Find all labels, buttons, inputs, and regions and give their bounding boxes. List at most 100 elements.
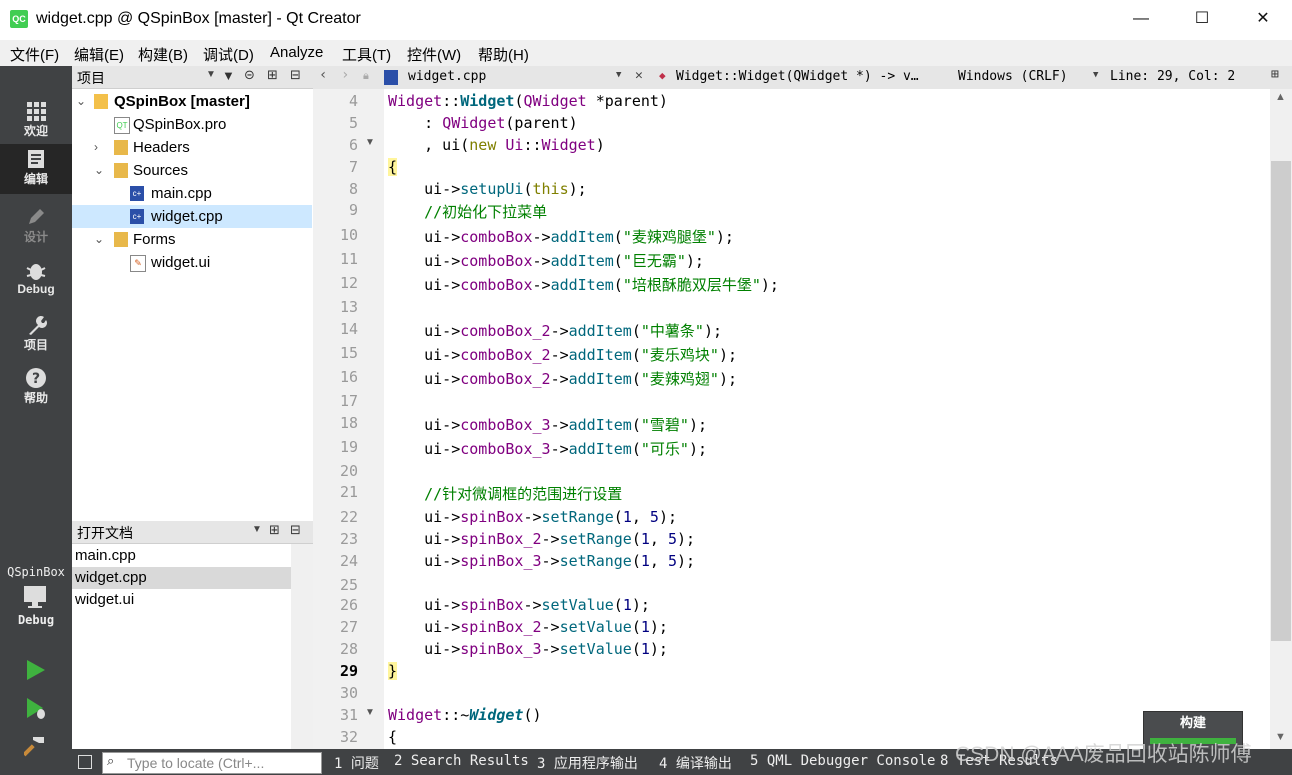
line-number: 28 bbox=[339, 640, 358, 658]
line-number: 18 bbox=[339, 414, 358, 432]
svg-text:?: ? bbox=[32, 371, 40, 387]
line-number: 10 bbox=[339, 226, 358, 244]
chevron-down-icon[interactable]: ⌄ bbox=[94, 228, 104, 251]
cursor-position[interactable]: Line: 29, Col: 2 bbox=[1110, 69, 1235, 84]
open-doc-item[interactable]: widget.ui bbox=[72, 589, 294, 611]
tree-item-sources[interactable]: ⌄ Sources bbox=[72, 159, 312, 182]
open-doc-item[interactable]: widget.cpp bbox=[72, 567, 291, 589]
chevron-down-icon[interactable]: ⌄ bbox=[76, 90, 86, 113]
menu-help[interactable]: 帮助(H) bbox=[478, 44, 529, 65]
close-pane-icon[interactable]: ⊟ bbox=[290, 522, 301, 538]
chevron-right-icon[interactable]: › bbox=[94, 136, 98, 159]
open-docs-title[interactable]: 打开文档 bbox=[77, 523, 133, 543]
code-line: ui->comboBox_3->addItem("可乐"); bbox=[388, 440, 707, 458]
menu-file[interactable]: 文件(F) bbox=[10, 44, 59, 65]
close-pane-icon[interactable]: ⊟ bbox=[290, 67, 301, 83]
build-label: 构建 bbox=[1179, 715, 1206, 730]
line-number: 6 bbox=[348, 136, 358, 154]
menu-edit[interactable]: 编辑(E) bbox=[74, 44, 124, 65]
link-icon[interactable]: ⊝ bbox=[244, 67, 255, 83]
mode-debug[interactable]: Debug bbox=[0, 256, 72, 308]
maximize-button[interactable]: ☐ bbox=[1179, 0, 1225, 38]
menu-analyze[interactable]: Analyze bbox=[270, 44, 323, 61]
kit-project-name: QSpinBox bbox=[7, 565, 65, 579]
tree-item-forms[interactable]: ⌄ Forms bbox=[72, 228, 312, 251]
open-docs-scrollbar[interactable] bbox=[291, 544, 313, 749]
code-line: Widget::Widget(QWidget *parent) bbox=[388, 92, 668, 110]
grid-icon bbox=[25, 100, 47, 122]
tab-application-output[interactable]: 3 应用程序输出 bbox=[537, 753, 638, 773]
fold-marker-icon[interactable]: ▼ bbox=[365, 137, 375, 148]
split-icon[interactable]: ⊞ bbox=[267, 67, 278, 83]
tab-search-results[interactable]: 2 Search Results bbox=[394, 753, 529, 769]
code-line: Widget::~Widget() bbox=[388, 706, 542, 724]
tree-item-widget-ui[interactable]: ✎ widget.ui bbox=[72, 251, 312, 274]
scrollbar-thumb[interactable] bbox=[1271, 161, 1291, 641]
symbol-combo[interactable]: Widget::Widget(QWidget *) -> v… bbox=[676, 69, 919, 84]
close-file-icon[interactable]: ✕ bbox=[635, 68, 643, 83]
scroll-down-icon[interactable]: ▼ bbox=[1275, 731, 1286, 743]
menu-debug[interactable]: 调试(D) bbox=[203, 44, 254, 65]
build-hammer-button[interactable] bbox=[22, 734, 48, 758]
line-number: 19 bbox=[339, 438, 358, 456]
tree-label: Forms bbox=[133, 231, 176, 248]
kit-selector[interactable]: QSpinBox Debug bbox=[0, 559, 72, 649]
chevron-down-icon[interactable]: ▼ bbox=[206, 69, 216, 80]
forward-arrow-icon[interactable]: › bbox=[341, 67, 349, 83]
mode-welcome[interactable]: 欢迎 bbox=[0, 96, 72, 148]
qt-pro-file-icon: QT bbox=[114, 117, 130, 134]
mode-projects[interactable]: 项目 bbox=[0, 310, 72, 362]
mode-help[interactable]: ? 帮助 bbox=[0, 363, 72, 415]
run-button[interactable] bbox=[24, 658, 48, 682]
split-icon[interactable]: ⊞ bbox=[1271, 67, 1279, 82]
kit-build-config: Debug bbox=[17, 613, 55, 627]
chevron-down-icon[interactable]: ▼ bbox=[1093, 70, 1098, 80]
current-file-combo[interactable]: widget.cpp bbox=[408, 69, 486, 84]
tree-item-project[interactable]: ⌄ QSpinBox [master] bbox=[72, 90, 312, 113]
mode-selector: 欢迎 编辑 设计 Debug 项目 ? 帮助 QSpinBox Debug bbox=[0, 66, 72, 775]
filter-icon[interactable]: ▼ bbox=[222, 68, 235, 83]
toggle-sidebar-icon[interactable] bbox=[78, 755, 92, 769]
cpp-file-icon: c+ bbox=[130, 186, 144, 201]
tree-label: QSpinBox.pro bbox=[133, 116, 227, 133]
debug-run-button[interactable] bbox=[24, 696, 48, 720]
tree-item-pro-file[interactable]: QT QSpinBox.pro bbox=[72, 113, 312, 136]
hammer-icon bbox=[22, 737, 44, 757]
minimize-button[interactable]: — bbox=[1118, 0, 1164, 38]
qt-creator-logo-icon: QC bbox=[10, 10, 28, 28]
tab-issues[interactable]: 1 问题 bbox=[334, 753, 379, 773]
menu-tools[interactable]: 工具(T) bbox=[342, 44, 391, 65]
menu-controls[interactable]: 控件(W) bbox=[407, 44, 461, 65]
editor-scrollbar[interactable]: ▲ ▼ bbox=[1270, 89, 1292, 749]
folder-icon bbox=[114, 163, 128, 178]
line-ending-combo[interactable]: Windows (CRLF) bbox=[958, 69, 1068, 84]
menu-build[interactable]: 构建(B) bbox=[138, 44, 188, 65]
line-number: 11 bbox=[339, 250, 358, 268]
tab-qml-debugger-console[interactable]: 5 QML Debugger Console bbox=[750, 753, 935, 769]
line-number: 8 bbox=[348, 180, 358, 198]
locator-input[interactable]: ⌕ Type to locate (Ctrl+... bbox=[102, 752, 322, 774]
line-number: 21 bbox=[339, 483, 358, 501]
line-number: 16 bbox=[339, 368, 358, 386]
chevron-down-icon[interactable]: ⌄ bbox=[94, 159, 104, 182]
chevron-down-icon[interactable]: ▼ bbox=[252, 524, 262, 535]
scroll-up-icon[interactable]: ▲ bbox=[1275, 91, 1286, 103]
tree-item-main-cpp[interactable]: c+ main.cpp bbox=[72, 182, 312, 205]
back-arrow-icon[interactable]: ‹ bbox=[319, 67, 327, 83]
fold-marker-icon[interactable]: ▼ bbox=[365, 707, 375, 718]
close-button[interactable]: ✕ bbox=[1240, 0, 1286, 38]
tree-item-widget-cpp[interactable]: c+ widget.cpp bbox=[72, 205, 312, 228]
split-icon[interactable]: ⊞ bbox=[269, 522, 280, 538]
code-line: { bbox=[388, 158, 398, 176]
chevron-down-icon[interactable]: ▼ bbox=[616, 70, 621, 80]
tab-compile-output[interactable]: 4 编译输出 bbox=[659, 753, 732, 773]
mode-design[interactable]: 设计 bbox=[0, 202, 72, 254]
window-title: widget.cpp @ QSpinBox [master] - Qt Crea… bbox=[36, 10, 361, 27]
open-doc-item[interactable]: main.cpp bbox=[72, 545, 294, 567]
project-pane-title[interactable]: 项目 bbox=[77, 68, 105, 88]
mode-edit[interactable]: 编辑 bbox=[0, 144, 72, 194]
line-number: 24 bbox=[339, 552, 358, 570]
tree-item-headers[interactable]: › Headers bbox=[72, 136, 312, 159]
locator-placeholder: Type to locate (Ctrl+... bbox=[127, 755, 265, 771]
mode-label: 项目 bbox=[23, 338, 48, 352]
